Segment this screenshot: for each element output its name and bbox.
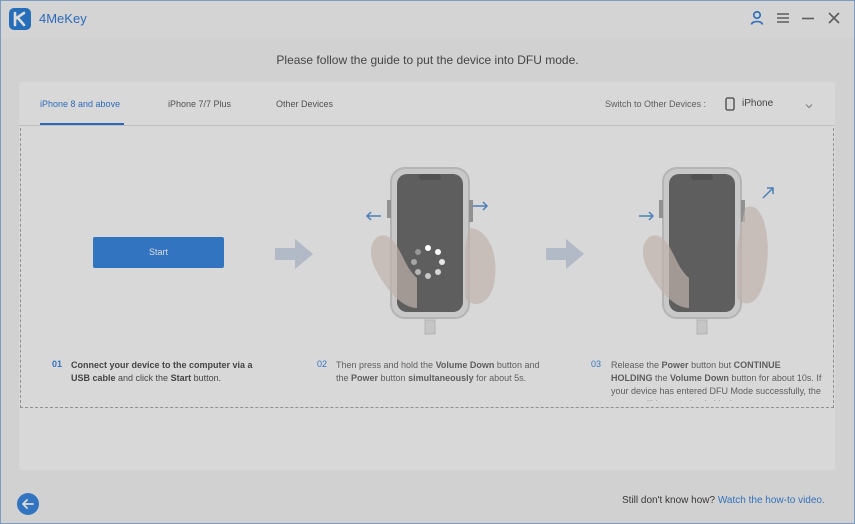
- instruction-text: Please follow the guide to put the devic…: [276, 53, 579, 67]
- phone-icon: [724, 97, 736, 111]
- app-title: 4MeKey: [39, 11, 87, 26]
- step-3-segment: the: [652, 373, 671, 383]
- minimize-icon[interactable]: [799, 9, 817, 27]
- step-1-number: 01: [52, 359, 63, 369]
- step-2-segment: Volume Down: [435, 360, 495, 370]
- step-2-segment: Then press and hold the: [336, 360, 436, 370]
- step-1-segment: button.: [191, 373, 222, 383]
- menu-icon[interactable]: [774, 9, 792, 27]
- tab-iphone-8-and-above[interactable]: iPhone 8 and above: [40, 99, 120, 109]
- step-2-segment: button: [378, 373, 409, 383]
- close-icon[interactable]: [825, 9, 843, 27]
- app-logo-icon: [9, 8, 31, 30]
- loading-spinner-icon: [411, 245, 445, 279]
- tab-other-devices[interactable]: Other Devices: [276, 99, 333, 109]
- chevron-down-icon[interactable]: [804, 98, 814, 109]
- watch-video-link[interactable]: Watch the how-to video.: [718, 495, 825, 506]
- arrow-left-icon: [22, 499, 34, 509]
- back-button[interactable]: [17, 493, 39, 515]
- step-3-text: Release the Power button but CONTINUE HO…: [611, 359, 823, 401]
- user-icon[interactable]: [748, 9, 766, 27]
- step-2-segment: simultaneously: [408, 373, 474, 383]
- title-bar: 4MeKey: [0, 0, 855, 38]
- step-2-segment: for about 5s.: [473, 373, 527, 383]
- switch-device-label: Switch to Other Devices :: [605, 99, 707, 109]
- step-1-segment: and click the: [115, 373, 171, 383]
- step-3-segment: button but: [688, 360, 734, 370]
- help-line: Still don't know how? Watch the how-to v…: [622, 495, 825, 506]
- step-3-segment: Power: [661, 360, 689, 370]
- start-button[interactable]: Start: [93, 237, 224, 268]
- tab-iphone-7-7-plus[interactable]: iPhone 7/7 Plus: [168, 99, 231, 109]
- step-2-text: Then press and hold the Volume Down butt…: [336, 359, 548, 385]
- step-2-segment: Power: [351, 373, 379, 383]
- step-1-text: Connect your device to the computer via …: [71, 359, 271, 385]
- step-1-segment: Start: [170, 373, 192, 383]
- help-text: Still don't know how?: [622, 495, 716, 506]
- next-step-arrow-icon: [275, 239, 313, 269]
- step-2-number: 02: [317, 359, 328, 369]
- step-3-segment: Volume Down: [670, 373, 729, 383]
- release-power-illustration: [639, 167, 774, 335]
- device-select[interactable]: iPhone: [742, 98, 773, 109]
- active-tab-indicator: [40, 123, 124, 125]
- step-3-segment: Release the: [611, 360, 662, 370]
- tab-bar: iPhone 8 and above iPhone 7/7 Plus Other…: [19, 82, 835, 126]
- next-step-arrow-icon-2: [546, 239, 584, 269]
- step-3-number: 03: [591, 359, 602, 369]
